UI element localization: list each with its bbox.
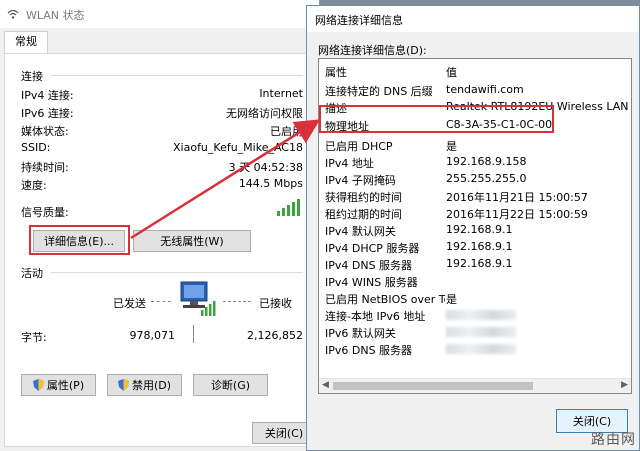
watermark: 路由网 <box>591 432 636 448</box>
arrow-line <box>130 119 321 240</box>
annotation-arrow <box>130 119 321 240</box>
